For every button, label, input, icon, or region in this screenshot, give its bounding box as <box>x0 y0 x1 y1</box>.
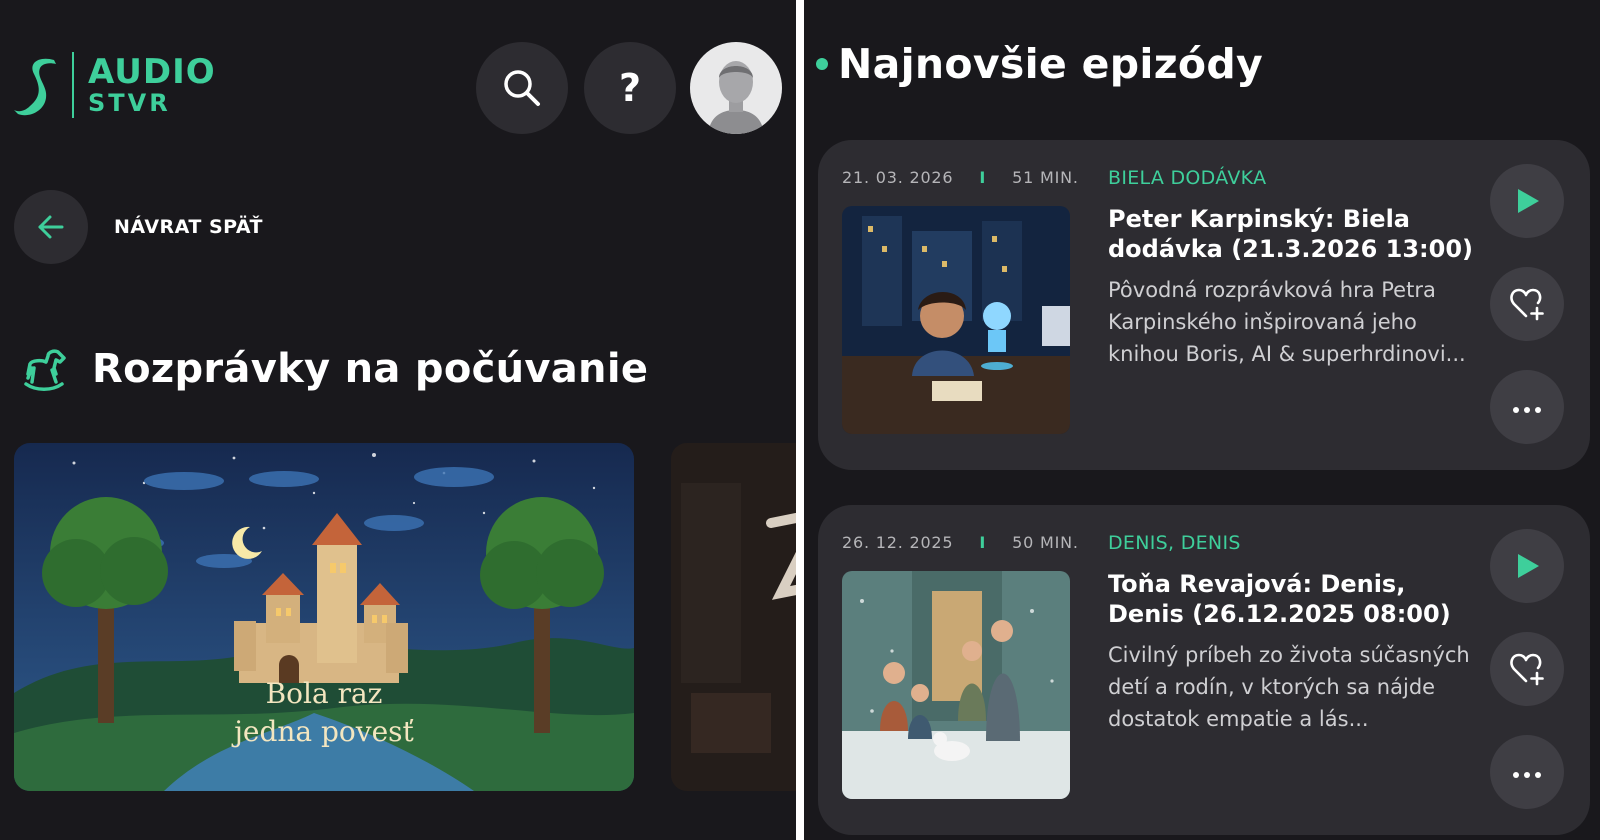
card-title-line2: jedna povesť <box>231 715 414 748</box>
episode-card[interactable]: 21. 03. 2026 I 51 MIN. BIELA DODÁVKA Pet… <box>818 140 1590 470</box>
episode-date: 26. 12. 2025 <box>842 533 954 552</box>
featured-story-card[interactable]: Bola raz jedna povesť <box>14 443 634 791</box>
castle-illustration: Bola raz jedna povesť <box>14 443 634 791</box>
play-button[interactable] <box>1490 164 1564 238</box>
section-bullet <box>816 58 828 70</box>
episode-title[interactable]: Toňa Revajová: Denis, Denis (26.12.2025 … <box>1108 569 1478 629</box>
user-avatar-button[interactable] <box>690 42 782 134</box>
logo-separator <box>72 52 74 118</box>
arrow-left-icon <box>38 215 64 239</box>
avatar-icon <box>690 42 782 134</box>
logo-text-stvr: STVR <box>88 89 171 117</box>
back-link-label[interactable]: NÁVRAT SPÄŤ <box>114 216 263 238</box>
episode-title[interactable]: Peter Karpinský: Biela dodávka (21.3.202… <box>1108 204 1478 264</box>
card-title-line1: Bola raz <box>266 677 383 710</box>
section-title: Rozprávky na počúvanie <box>92 346 649 392</box>
meta-separator: I <box>979 168 987 187</box>
episode-description: Pôvodná rozprávková hra Petra Karpinskéh… <box>1108 278 1466 366</box>
episode-thumbnail[interactable] <box>842 206 1070 434</box>
logo-mark-icon <box>14 58 56 116</box>
app-logo[interactable]: AUDIO STVR <box>10 52 216 118</box>
episode-duration: 50 MIN. <box>1012 533 1079 552</box>
stories-panel: AUDIO STVR ? NÁVRAT SPÄŤ Rozprávky na po… <box>0 0 796 840</box>
next-card-illustration <box>671 443 796 791</box>
more-options-button[interactable] <box>1490 370 1564 444</box>
back-button[interactable] <box>14 190 88 264</box>
heart-plus-icon <box>1510 288 1544 321</box>
play-button[interactable] <box>1490 529 1564 603</box>
meta-separator: I <box>979 533 987 552</box>
episode-description: Civilný príbeh zo života súčasných detí … <box>1108 643 1470 731</box>
add-favorite-button[interactable] <box>1490 267 1564 341</box>
heart-plus-icon <box>1510 653 1544 686</box>
help-button[interactable]: ? <box>584 42 676 134</box>
search-icon <box>504 70 540 106</box>
more-options-button[interactable] <box>1490 735 1564 809</box>
help-icon: ? <box>618 66 642 110</box>
episode-card[interactable]: 26. 12. 2025 I 50 MIN. DENIS, DENIS Toňa… <box>818 505 1590 835</box>
city-night-illustration <box>842 206 1070 434</box>
episodes-title: Najnovšie epizódy <box>838 40 1264 88</box>
play-icon <box>1518 554 1539 578</box>
next-story-card[interactable] <box>671 443 796 791</box>
more-icon <box>1511 763 1544 782</box>
search-button[interactable] <box>476 42 568 134</box>
logo-text-audio: AUDIO <box>88 52 216 92</box>
episodes-panel: Najnovšie epizódy 21. 03. 2026 I 51 MIN.… <box>804 0 1600 840</box>
play-icon <box>1518 189 1539 213</box>
episode-duration: 51 MIN. <box>1012 168 1079 187</box>
more-icon <box>1511 398 1544 417</box>
episode-show-link[interactable]: BIELA DODÁVKA <box>1108 167 1266 189</box>
add-favorite-button[interactable] <box>1490 632 1564 706</box>
winter-family-illustration <box>842 571 1070 799</box>
episode-date: 21. 03. 2026 <box>842 168 954 187</box>
episode-thumbnail[interactable] <box>842 571 1070 799</box>
episode-show-link[interactable]: DENIS, DENIS <box>1108 532 1241 554</box>
rocking-horse-icon <box>24 349 66 391</box>
